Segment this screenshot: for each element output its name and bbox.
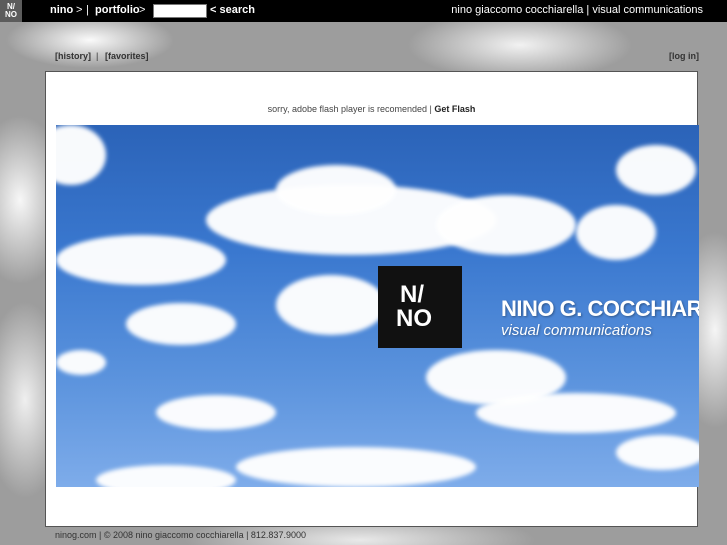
search-button[interactable]: < search [210, 4, 255, 16]
nav-separator: > [76, 4, 83, 16]
banner-name: NINO G. COCCHIARELLA [501, 296, 699, 321]
history-link[interactable]: [history] [55, 51, 91, 61]
nav-separator: > [139, 4, 146, 16]
logo-line-2: NO [5, 10, 17, 19]
cloud-shape [276, 165, 396, 215]
cloud-shape [616, 435, 699, 470]
banner-subtitle: visual communications [501, 322, 652, 339]
cloud-shape [156, 395, 276, 430]
site-title-link[interactable]: nino giaccomo cocchiarella | visual comm… [451, 4, 703, 16]
footer-text: ninog.com | © 2008 nino giaccomo cocchia… [55, 530, 306, 540]
top-navigation-bar: N/ NO nino > | portfolio > < search nino… [0, 0, 727, 22]
cloud-shape [616, 145, 696, 195]
cloud-shape [476, 393, 676, 433]
banner-logo-line-2: NO [396, 305, 432, 332]
login-link[interactable]: [log in] [669, 51, 699, 61]
banner-logo-line-1: N/ [400, 281, 424, 308]
cloud-shape [56, 350, 106, 375]
cloud-shape [236, 447, 476, 487]
cloud-shape [436, 195, 576, 255]
favorites-link[interactable]: [favorites] [105, 51, 149, 61]
sublink-separator: | [96, 51, 99, 61]
nav-link-nino[interactable]: nino [50, 4, 73, 16]
sky-banner: N/ NO NINO G. COCCHIARELLA visual commun… [56, 125, 699, 487]
search-input[interactable] [153, 4, 207, 18]
content-panel: sorry, adobe flash player is recomended … [45, 71, 699, 527]
cloud-shape [126, 303, 236, 345]
cloud-shape [276, 275, 386, 335]
get-flash-link[interactable]: Get Flash [434, 104, 475, 114]
cloud-shape [56, 235, 226, 285]
flash-notice-text: sorry, adobe flash player is recomended … [267, 104, 435, 114]
nino-banner-logo: N/ NO [378, 266, 462, 348]
nav-link-portfolio[interactable]: portfolio [95, 4, 140, 16]
cloud-shape [96, 465, 236, 487]
flash-notice: sorry, adobe flash player is recomended … [46, 104, 697, 114]
nav-separator: | [86, 4, 89, 16]
nino-logo-icon[interactable]: N/ NO [0, 0, 22, 22]
cloud-shape [576, 205, 656, 260]
cloud-shape [56, 125, 106, 185]
